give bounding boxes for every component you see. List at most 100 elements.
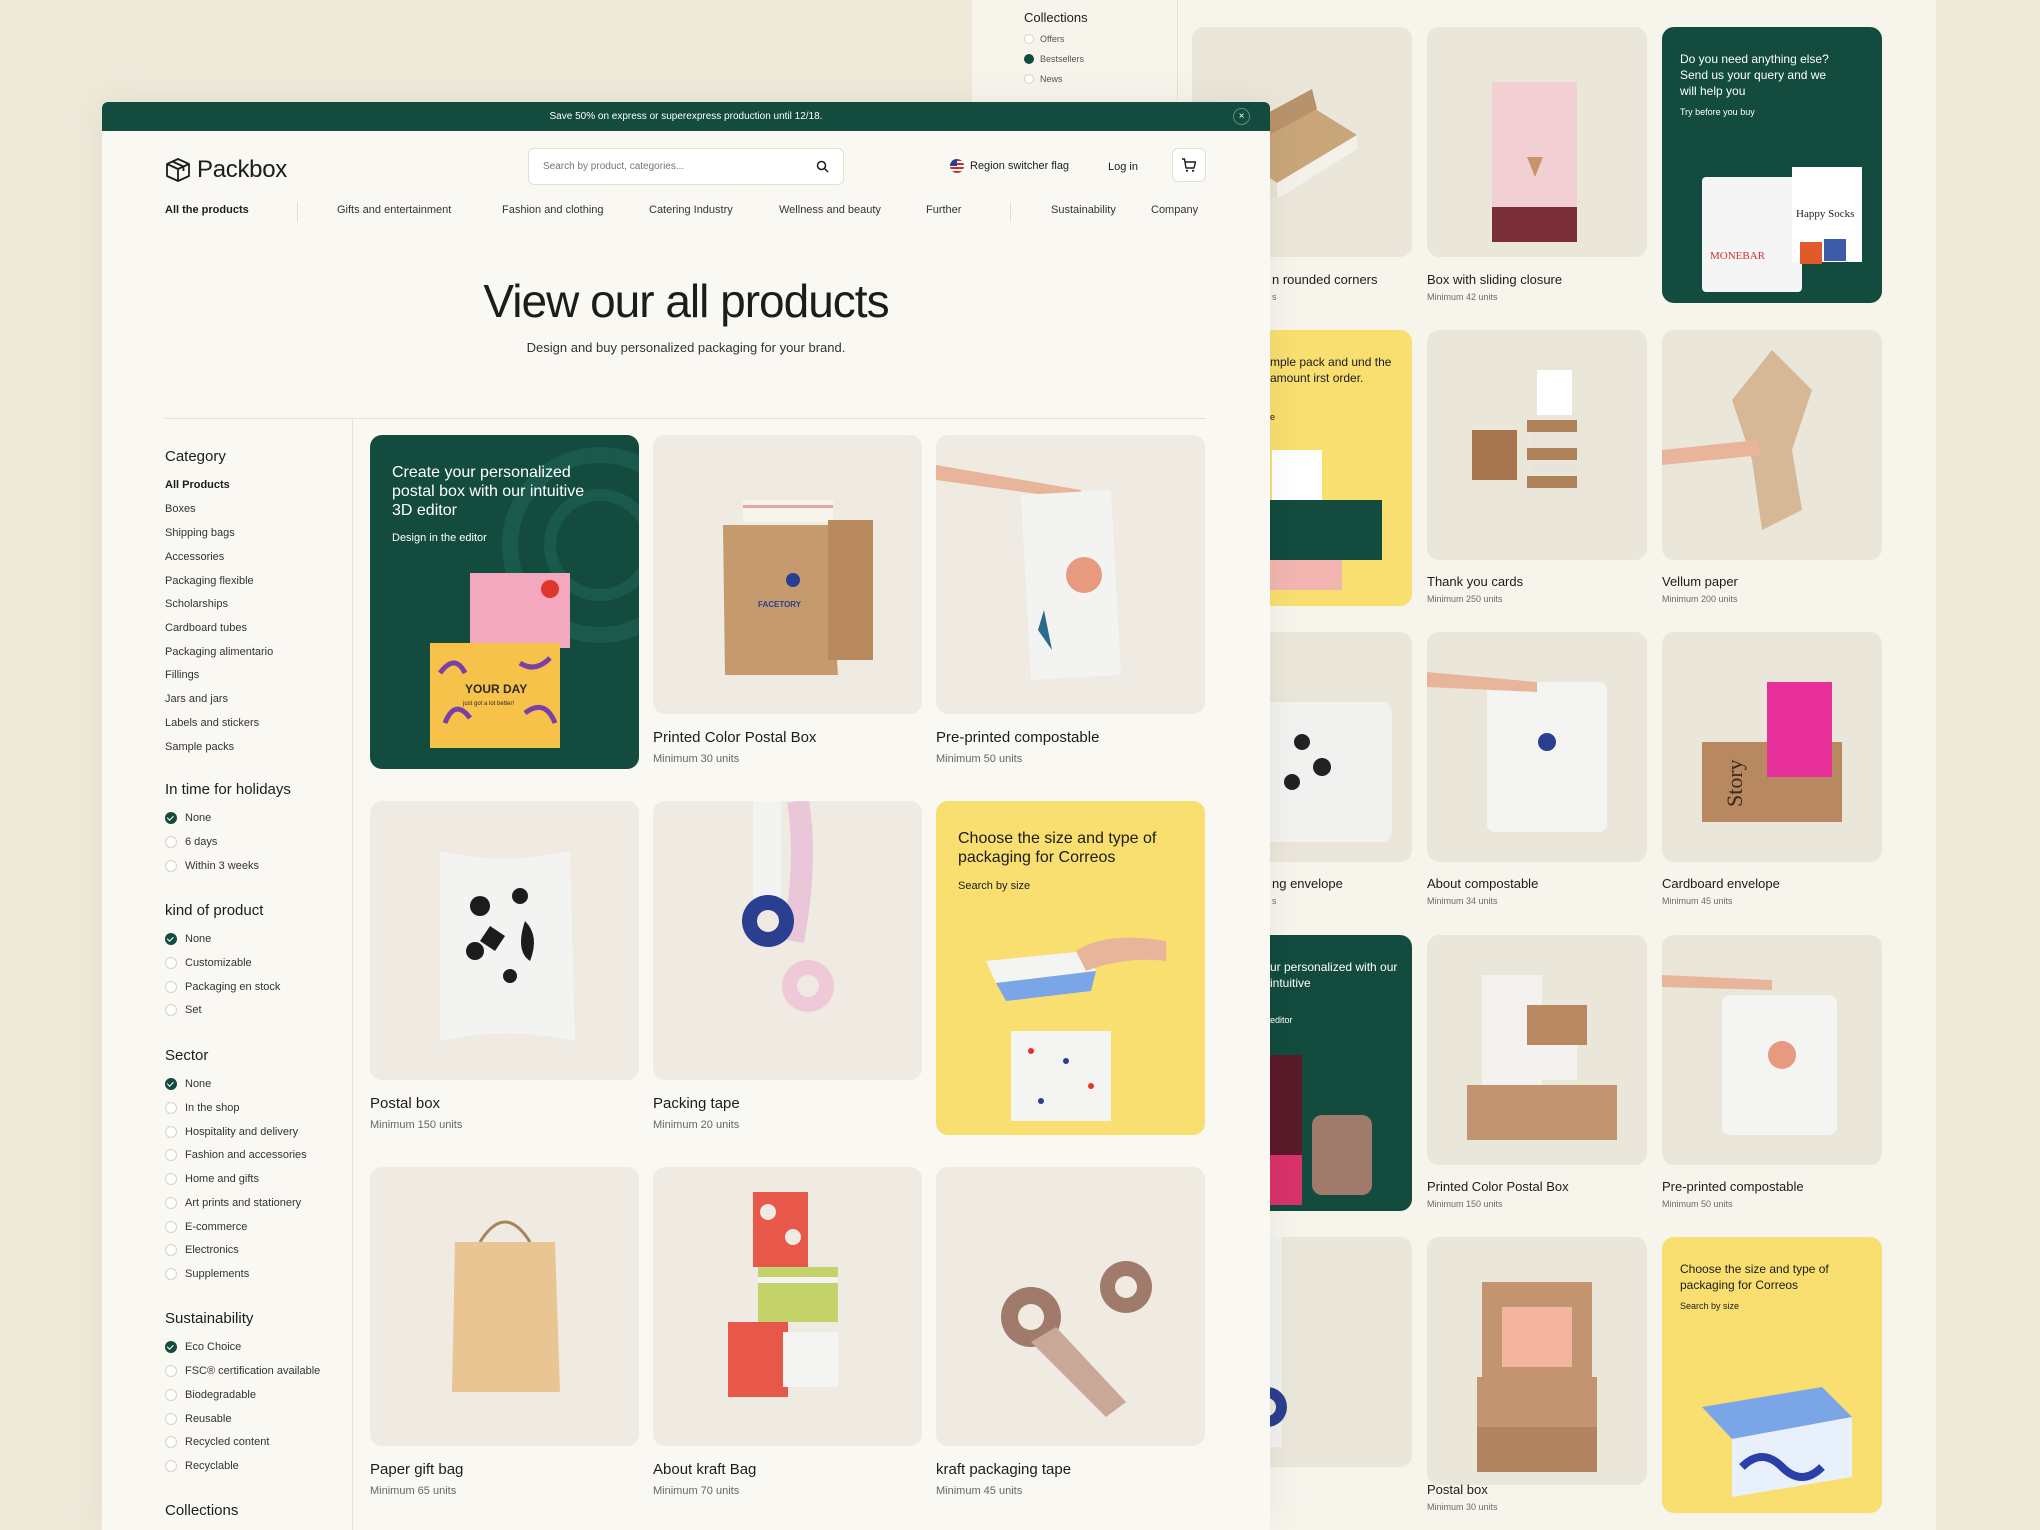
sector-hospitality-option[interactable]: Hospitality and delivery	[165, 1126, 298, 1138]
product-minimum: Minimum 65 units	[370, 1485, 457, 1497]
kind-customizable-option[interactable]: Customizable	[165, 957, 252, 969]
kind-set-option[interactable]: Set	[165, 1004, 202, 1016]
bg-product-card[interactable]: Story	[1662, 632, 1882, 862]
close-icon[interactable]: ×	[1233, 108, 1250, 125]
product-card[interactable]	[936, 1167, 1205, 1446]
bg-product-name: Postal box	[1427, 1482, 1488, 1497]
login-link[interactable]: Log in	[1108, 161, 1138, 173]
nav-wellness[interactable]: Wellness and beauty	[779, 204, 881, 216]
sliding-box-image	[1492, 82, 1577, 242]
packing-tape-image	[742, 801, 834, 1012]
printed-box-image	[986, 937, 1166, 1121]
nav-all-products[interactable]: All the products	[165, 204, 249, 216]
checked-icon	[165, 1078, 177, 1090]
promo-editor-card[interactable]: Create your personalized postal box with…	[370, 435, 639, 769]
category-sample-packs[interactable]: Sample packs	[165, 741, 234, 753]
product-card[interactable]	[653, 801, 922, 1080]
holidays-none-option[interactable]: None	[165, 812, 211, 824]
sector-fashion-option[interactable]: Fashion and accessories	[165, 1149, 307, 1161]
collection-bestsellers[interactable]: Bestsellers	[1024, 54, 1084, 64]
bg-product-card[interactable]	[1427, 1237, 1647, 1485]
category-jars[interactable]: Jars and jars	[165, 693, 228, 705]
box-logo-icon	[166, 158, 190, 182]
fsc-option[interactable]: FSC® certification available	[165, 1365, 320, 1377]
category-all-products[interactable]: All Products	[165, 479, 230, 491]
kind-none-option[interactable]: None	[165, 933, 211, 945]
bg-product-card[interactable]	[1427, 27, 1647, 257]
recycled-option[interactable]: Recycled content	[165, 1436, 269, 1448]
search-bar[interactable]	[528, 148, 844, 185]
reusable-option[interactable]: Reusable	[165, 1413, 231, 1425]
bg-promo-size[interactable]: Choose the size and type of packaging fo…	[1662, 1237, 1882, 1513]
kind-stock-option[interactable]: Packaging en stock	[165, 981, 280, 993]
category-labels-stickers[interactable]: Labels and stickers	[165, 717, 259, 729]
product-name[interactable]: Paper gift bag	[370, 1461, 463, 1478]
bg-product-card[interactable]	[1427, 935, 1647, 1165]
nav-catering[interactable]: Catering Industry	[649, 204, 733, 216]
sector-shop-option[interactable]: In the shop	[165, 1102, 239, 1114]
collection-news[interactable]: News	[1024, 74, 1063, 84]
category-packaging-alimentario[interactable]: Packaging alimentario	[165, 646, 273, 658]
search-icon[interactable]	[816, 160, 829, 173]
nav-divider	[1010, 202, 1011, 222]
eco-choice-option[interactable]: Eco Choice	[165, 1341, 241, 1353]
nav-gifts[interactable]: Gifts and entertainment	[337, 204, 451, 216]
nav-company[interactable]: Company	[1151, 204, 1198, 216]
bg-product-card[interactable]	[1662, 935, 1882, 1165]
product-name[interactable]: Postal box	[370, 1095, 440, 1112]
bg-product-min: Minimum 42 units	[1427, 292, 1498, 302]
product-name[interactable]: Packing tape	[653, 1095, 740, 1112]
category-accessories[interactable]: Accessories	[165, 551, 224, 563]
bg-product-min: Minimum 50 units	[1662, 1199, 1733, 1209]
promo-size-card[interactable]: Choose the size and type of packaging fo…	[936, 801, 1205, 1135]
product-card[interactable]	[936, 435, 1205, 714]
region-label: Region switcher flag	[970, 160, 1070, 172]
sidebar-divider	[352, 419, 353, 1530]
bg-product-name: Vellum paper	[1662, 574, 1738, 589]
sector-none-option[interactable]: None	[165, 1078, 211, 1090]
category-packaging-flexible[interactable]: Packaging flexible	[165, 575, 254, 587]
search-by-size-link[interactable]: Search by size	[958, 880, 1030, 892]
nav-fashion[interactable]: Fashion and clothing	[502, 204, 604, 216]
bg-product-card[interactable]	[1427, 330, 1647, 560]
category-scholarships[interactable]: Scholarships	[165, 598, 228, 610]
biodegradable-option[interactable]: Biodegradable	[165, 1389, 256, 1401]
product-card[interactable]	[653, 1167, 922, 1446]
search-input[interactable]	[543, 161, 803, 172]
holidays-6-days-option[interactable]: 6 days	[165, 836, 217, 848]
region-switcher[interactable]: Region switcher flag	[950, 159, 1069, 173]
holidays-3-weeks-option[interactable]: Within 3 weeks	[165, 860, 259, 872]
logo[interactable]: Packbox	[165, 156, 287, 184]
try-before-link[interactable]: Try before you buy	[1680, 107, 1755, 117]
bg-product-card[interactable]	[1427, 632, 1647, 862]
product-card[interactable]	[370, 801, 639, 1080]
checked-icon	[165, 933, 177, 945]
vellum-paper-image	[1662, 350, 1812, 530]
product-name[interactable]: Pre-printed compostable	[936, 729, 1099, 746]
sector-art-option[interactable]: Art prints and stationery	[165, 1197, 301, 1209]
nav-further[interactable]: Further	[926, 204, 961, 216]
collection-offers[interactable]: Offers	[1024, 34, 1064, 44]
product-card[interactable]	[370, 1167, 639, 1446]
product-name[interactable]: About kraft Bag	[653, 1461, 756, 1478]
recyclable-option[interactable]: Recyclable	[165, 1460, 239, 1472]
product-card[interactable]: FACETORY	[653, 435, 922, 714]
product-name[interactable]: Printed Color Postal Box	[653, 729, 816, 746]
category-fillings[interactable]: Fillings	[165, 669, 199, 681]
bg-promo-query[interactable]: Do you need anything else? Send us your …	[1662, 27, 1882, 303]
category-shipping-bags[interactable]: Shipping bags	[165, 527, 235, 539]
product-name[interactable]: kraft packaging tape	[936, 1461, 1071, 1478]
bg-product-min: Minimum 45 units	[1662, 896, 1733, 906]
bg-product-card[interactable]	[1662, 330, 1882, 560]
sector-ecommerce-option[interactable]: E-commerce	[165, 1221, 247, 1233]
paper-gift-bag-image	[452, 1220, 560, 1392]
sustainability-title: Sustainability	[165, 1310, 254, 1327]
nav-sustainability[interactable]: Sustainability	[1051, 204, 1116, 216]
sector-supplements-option[interactable]: Supplements	[165, 1268, 249, 1280]
cart-button[interactable]	[1172, 148, 1206, 182]
sector-electronics-option[interactable]: Electronics	[165, 1244, 239, 1256]
category-cardboard-tubes[interactable]: Cardboard tubes	[165, 622, 247, 634]
design-editor-link[interactable]: Design in the editor	[392, 532, 487, 544]
sector-home-option[interactable]: Home and gifts	[165, 1173, 259, 1185]
category-boxes[interactable]: Boxes	[165, 503, 196, 515]
